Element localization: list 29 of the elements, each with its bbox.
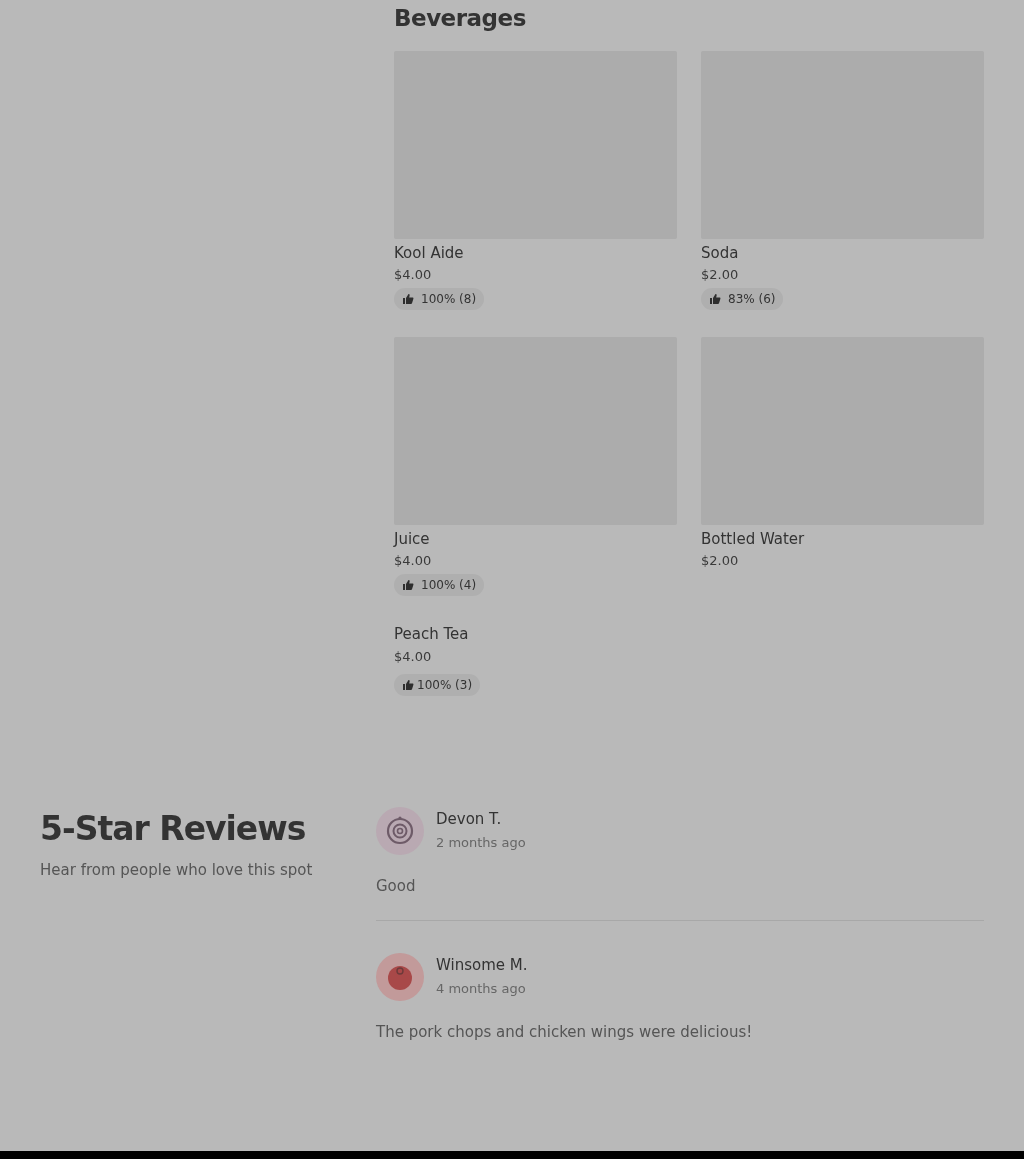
item-price: $4.00 (394, 648, 433, 666)
item-name[interactable]: Peach Tea (394, 623, 677, 645)
avatar-icon (376, 807, 424, 855)
rating-text: 100% (4) (421, 578, 477, 592)
section-title: Beverages (394, 4, 527, 32)
thumbs-up-icon (402, 579, 414, 591)
rating-text: 100% (3) (417, 678, 473, 692)
thumbs-up-icon (402, 293, 414, 305)
reviewer-name: Winsome M. (436, 955, 528, 975)
rating-text: 83% (6) (728, 292, 776, 306)
section-title: 5-Star Reviews (40, 809, 307, 849)
thumbs-up-icon (402, 679, 414, 691)
item-name[interactable]: Soda (701, 243, 984, 263)
reviewer-name: Devon T. (436, 809, 503, 829)
avatar-icon (376, 953, 424, 1001)
item-price: $4.00 (394, 552, 433, 570)
review-text: Good (376, 877, 417, 895)
thumbs-up-icon (709, 293, 721, 305)
item-name[interactable]: Juice (394, 529, 677, 549)
item-name[interactable]: Bottled Water (701, 529, 984, 549)
section-subtitle: Hear from people who love this spot (40, 861, 314, 879)
item-price: $4.00 (394, 266, 433, 284)
item-price: $2.00 (701, 552, 740, 570)
review-text: The pork chops and chicken wings were delicious! (376, 1023, 754, 1041)
review-time: 2 months ago (436, 834, 526, 852)
item-name[interactable]: Kool Aide (394, 243, 677, 263)
review-time: 4 months ago (436, 980, 527, 998)
rating-text: 100% (8) (421, 292, 477, 306)
item-price: $2.00 (701, 266, 740, 284)
